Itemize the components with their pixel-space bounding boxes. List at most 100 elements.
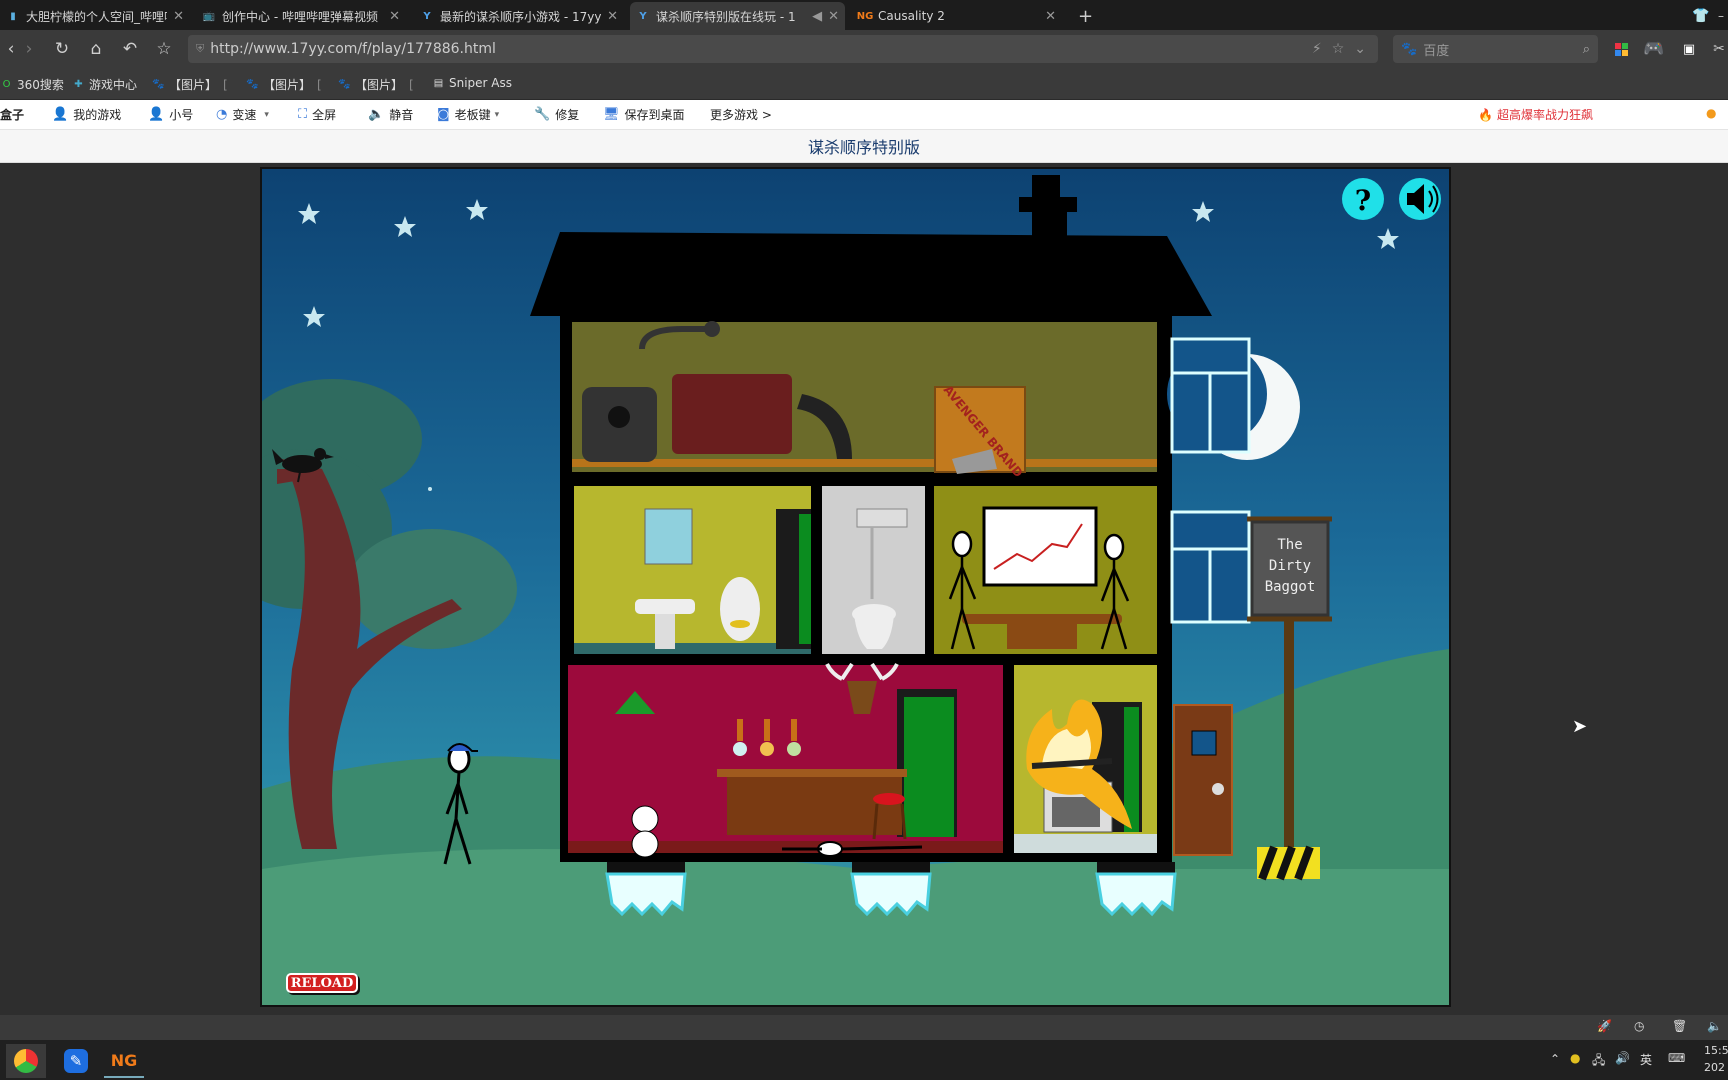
game-canvas[interactable]: AVENGER BRAND The Dirty Baggot ? RELOAD [260,167,1451,1007]
bar-door[interactable] [897,689,957,837]
sound-toggle-button[interactable] [1399,178,1441,220]
close-icon[interactable]: ✕ [1045,9,1056,24]
fullscreen-icon: ⛶ [298,107,308,122]
fire-icon: 🔥 [1478,107,1493,122]
reload-icon[interactable]: ↻ [51,38,73,60]
search-input[interactable]: 百度 [1423,40,1583,59]
bookmark-game-center[interactable]: ✚ 游戏中心 [72,76,137,93]
bookmark-picture-1[interactable]: 🐾 【图片】[ [152,76,227,93]
taskbar-app-feather[interactable]: ✎ [58,1044,94,1078]
trash-icon[interactable]: 🗑 [1672,1019,1687,1033]
alt-account-button[interactable]: 👤 小号 [148,106,193,123]
volume-icon[interactable]: 🔈 [1707,1019,1722,1033]
mute-button[interactable]: 🔈 静音 [368,106,413,123]
fullscreen-button[interactable]: ⛶ 全屏 [298,106,336,123]
forward-button[interactable]: › [18,38,40,60]
favorite-star-icon[interactable]: ☆ [1332,41,1345,57]
360-icon: O [2,79,11,90]
bookmark-picture-2[interactable]: 🐾 【图片】[ [246,76,321,93]
meeting-table [962,614,1122,624]
keyboard-icon[interactable]: ⌨ [1668,1051,1685,1065]
speed-button[interactable]: ◔ 变速 ▾ [216,106,269,123]
address-bar[interactable]: ⛨ http://www.17yy.com/f/play/177886.html… [188,35,1378,63]
close-icon[interactable]: ✕ [389,9,400,24]
pub-sign-line-2: Dirty [1269,558,1311,574]
lightning-icon[interactable]: ⚡ [1312,41,1322,57]
user-avatar[interactable]: ● [1706,106,1716,120]
bookmarks-bar: O 360搜索 ✚ 游戏中心 🐾 【图片】[ 🐾 【图片】[ 🐾 【图片】[ ▤ Snipe… [0,68,1728,100]
tab-bilibili-space[interactable]: ▮ 大胆柠檬的个人空间_哔哩哔哩 ✕ [0,2,190,30]
chevron-up-icon[interactable]: ⌃ [1550,1052,1560,1066]
pub-sign-line-3: Baggot [1265,579,1316,595]
clock-icon[interactable]: ◷ [1634,1019,1644,1033]
close-icon[interactable]: ✕ [607,9,618,24]
mouse-cursor: ➤ [1572,716,1588,737]
boss-key-icon: ◙ [437,107,450,122]
status-bar: 🚀 ◷ 🗑 🔈 [0,1015,1728,1040]
undo-icon[interactable]: ↶ [119,38,141,60]
pub-sign-line-1: The [1277,537,1302,553]
scissors-icon[interactable]: ✂ [1708,38,1728,60]
bookmark-sniper[interactable]: ▤ Sniper Ass [432,76,512,90]
extension-icon[interactable]: ▣ [1678,38,1700,60]
new-tab-button[interactable]: + [1072,2,1102,30]
avenger-crate[interactable]: AVENGER BRAND [934,383,1026,480]
speaker-icon: 🔈 [368,107,385,122]
reload-button[interactable]: RELOAD [286,973,358,993]
my-games-button[interactable]: 👤 我的游戏 [52,106,121,123]
navigation-bar: ‹ › ↻ ⌂ ↶ ☆ ⛨ http://www.17yy.com/f/play… [0,30,1728,68]
tab-title: 最新的谋杀顺序小游戏 - 17yy [440,9,602,24]
taskbar-browser-360[interactable] [6,1044,46,1078]
presentation-board [982,506,1098,587]
tab-murder-order-special[interactable]: Y 谋杀顺序特别版在线玩 - 1 ◀ ✕ [630,2,845,30]
speaker-icon[interactable]: 🔊 [1615,1051,1630,1065]
bookmark-picture-3[interactable]: 🐾 【图片】[ [338,76,413,93]
tab-causality-2[interactable]: NG Causality 2 ✕ [852,2,1062,30]
baidu-paw-icon: 🐾 [338,79,351,90]
user-add-icon: 👤 [148,107,165,122]
attic-room [572,322,1157,472]
promo-link[interactable]: 🔥 超高爆率战力狂飙 [1478,106,1593,123]
network-icon[interactable]: 🖧 [1592,1051,1605,1072]
pub-front-door[interactable] [1173,704,1233,856]
newgrounds-icon: NG [110,1050,138,1070]
minimize-button[interactable]: – [1712,2,1728,30]
gamepad-icon[interactable]: 🎮 [1643,38,1665,60]
game-box-label[interactable]: 盒子 [0,106,24,123]
help-label: ? [1355,184,1371,217]
repair-button[interactable]: 🔧 修复 [534,106,579,123]
house-roof [530,175,1212,316]
apps-grid-icon[interactable] [1610,38,1632,60]
bookmark-star-icon[interactable]: ☆ [153,38,175,60]
user-icon: 👤 [52,107,69,122]
mute-icon[interactable]: ◀ [812,9,822,24]
more-games-link[interactable]: 更多游戏 > [710,106,772,123]
taskbar-date[interactable]: 202 [1704,1061,1725,1074]
security-shield-icon[interactable]: ● [1570,1051,1580,1065]
search-box[interactable]: 🐾 百度 ⌕ [1393,35,1598,63]
urinal[interactable] [720,577,760,641]
home-icon[interactable]: ⌂ [85,38,107,60]
shirt-icon[interactable]: 👕 [1686,2,1710,30]
boss-key-button[interactable]: ◙ 老板键 ▾ [437,106,499,123]
game-scene: AVENGER BRAND The Dirty Baggot ? [262,175,1449,1005]
baidu-paw-icon: 🐾 [152,79,165,90]
taskbar-app-newgrounds[interactable]: NG [104,1044,144,1078]
close-icon[interactable]: ✕ [828,9,839,24]
tab-title: 大胆柠檬的个人空间_哔哩哔哩 [26,9,167,24]
chevron-down-icon[interactable]: ⌄ [1354,41,1366,57]
close-icon[interactable]: ✕ [173,9,184,24]
bathroom-door[interactable] [776,509,811,649]
mirror [644,508,693,565]
tab-creator-center[interactable]: 📺 创作中心 - 哔哩哔哩弹幕视频 ✕ [196,2,406,30]
tab-title: 创作中心 - 哔哩哔哩弹幕视频 [222,9,378,24]
tab-murder-order-latest[interactable]: Y 最新的谋杀顺序小游戏 - 17yy ✕ [414,2,624,30]
save-to-desktop-button[interactable]: 🖥 保存到桌面 [603,106,685,123]
ime-indicator[interactable]: 英 [1640,1051,1652,1068]
17yy-icon: Y [639,10,647,22]
search-icon[interactable]: ⌕ [1583,42,1590,57]
help-button[interactable]: ? [1342,178,1384,220]
rocket-icon[interactable]: 🚀 [1597,1019,1612,1033]
bookmark-360-search[interactable]: O 360搜索 [0,76,64,93]
taskbar-clock[interactable]: 15:5 [1704,1044,1728,1057]
